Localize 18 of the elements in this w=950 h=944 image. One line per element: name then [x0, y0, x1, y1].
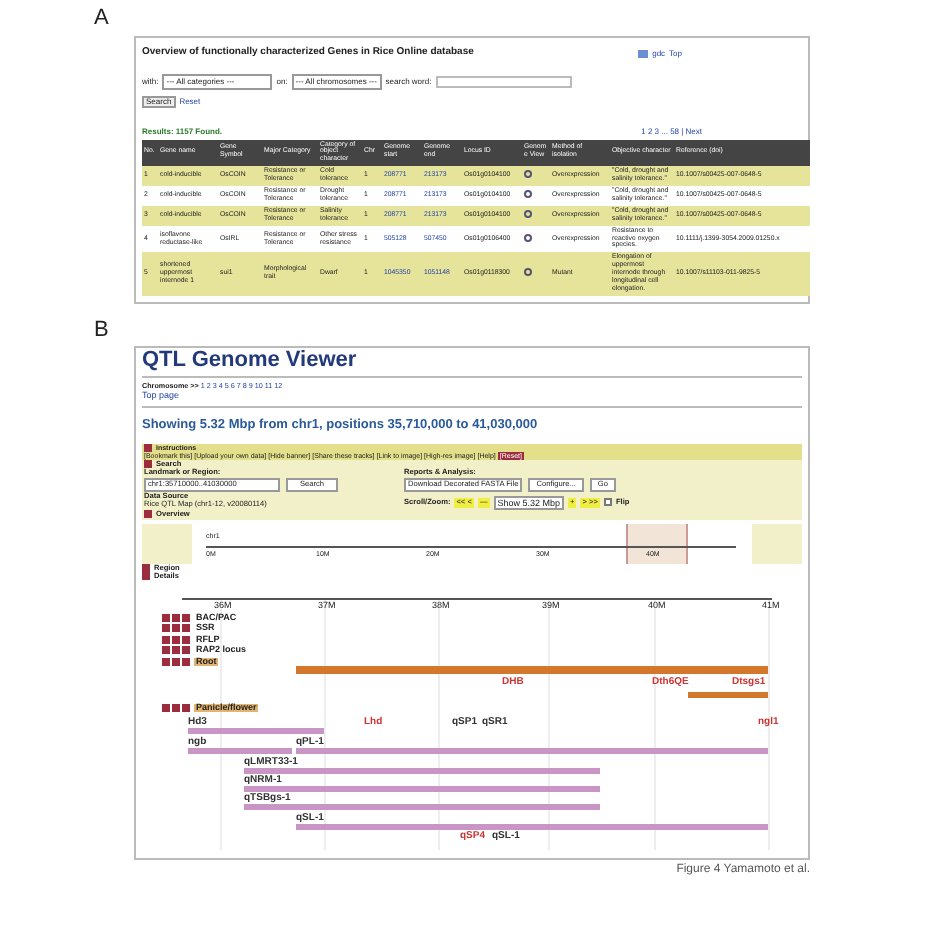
- track-controls-icon[interactable]: [162, 703, 190, 712]
- overview-side-panel: [142, 523, 192, 563]
- track-controls-icon[interactable]: [162, 635, 190, 644]
- panel-label: A: [94, 8, 111, 30]
- track-controls-icon[interactable]: [162, 624, 190, 633]
- track-controls-icon[interactable]: [162, 646, 190, 655]
- search-field[interactable]: [435, 75, 572, 87]
- viewer-title: QTL Genome Viewer: [142, 349, 802, 378]
- flip-checkbox[interactable]: [603, 498, 612, 507]
- overview-side-panel: [752, 523, 802, 563]
- toggle-icon[interactable]: [144, 510, 152, 519]
- track-controls-icon[interactable]: [162, 657, 190, 666]
- track-controls-icon[interactable]: [162, 613, 190, 622]
- root-feature-bar[interactable]: [296, 665, 768, 674]
- root-feature-bar[interactable]: [688, 691, 768, 698]
- current-region-highlight[interactable]: [626, 523, 688, 563]
- monitor-icon: [638, 49, 649, 58]
- panel-label: B: [94, 319, 111, 342]
